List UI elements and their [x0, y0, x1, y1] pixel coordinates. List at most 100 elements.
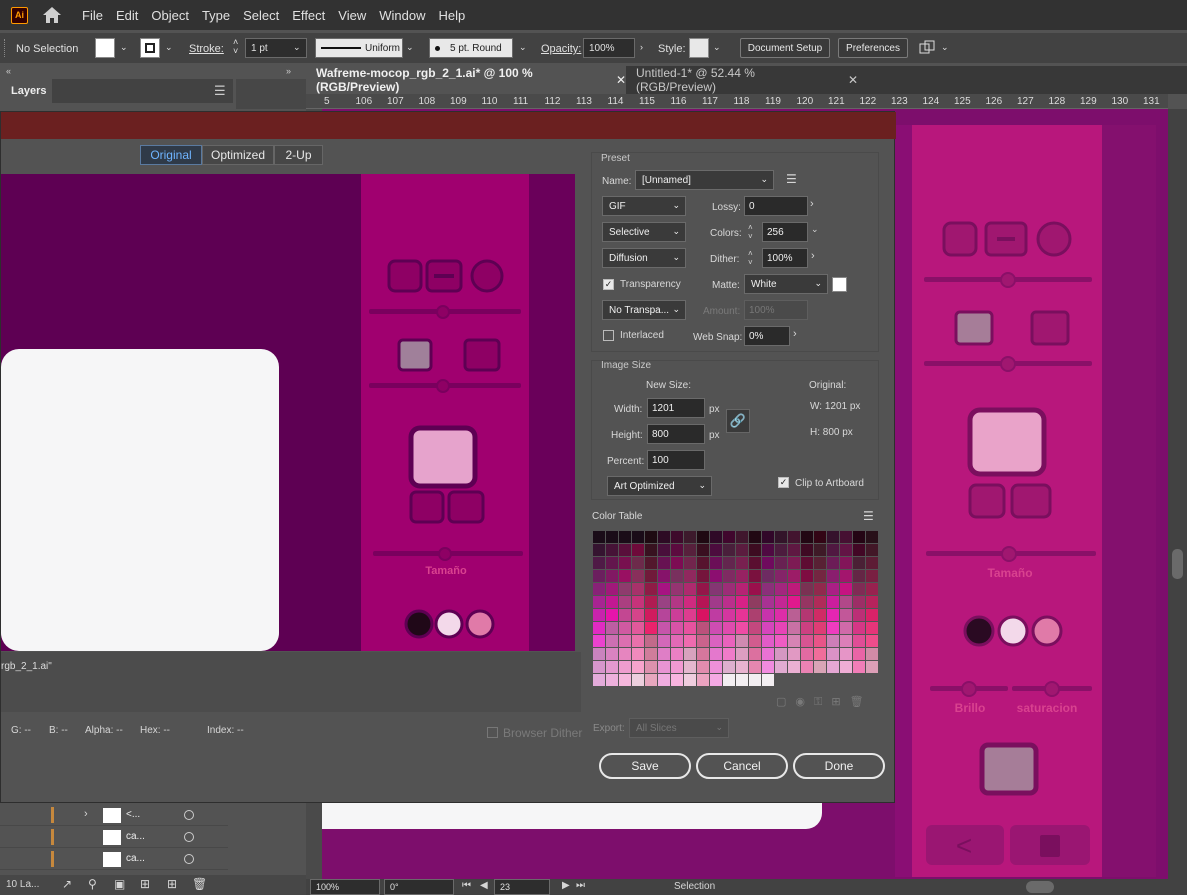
color-swatch[interactable] — [853, 635, 865, 647]
color-swatch[interactable] — [658, 557, 670, 569]
color-swatch[interactable] — [684, 570, 696, 582]
color-swatch[interactable] — [593, 674, 605, 686]
color-swatch[interactable] — [788, 635, 800, 647]
color-swatch[interactable] — [827, 596, 839, 608]
color-swatch[interactable] — [723, 661, 735, 673]
color-swatch[interactable] — [619, 609, 631, 621]
color-swatch[interactable] — [723, 570, 735, 582]
color-swatch[interactable] — [762, 557, 774, 569]
color-swatch[interactable] — [632, 596, 644, 608]
zoom-select[interactable]: 100% — [310, 879, 380, 895]
height-input[interactable]: 800 — [647, 424, 705, 444]
color-swatch[interactable] — [775, 609, 787, 621]
color-swatch[interactable] — [606, 609, 618, 621]
color-swatch[interactable] — [723, 583, 735, 595]
color-swatch[interactable] — [814, 583, 826, 595]
color-swatch[interactable] — [606, 635, 618, 647]
color-swatch[interactable] — [684, 596, 696, 608]
chevron-down-icon[interactable]: ⌄ — [165, 42, 173, 53]
color-swatch[interactable] — [723, 648, 735, 660]
color-swatch[interactable] — [736, 531, 748, 543]
color-swatch[interactable] — [801, 635, 813, 647]
panel-menu-icon[interactable]: ☰ — [214, 83, 226, 99]
menu-object[interactable]: Object — [151, 8, 189, 23]
menu-file[interactable]: File — [82, 8, 103, 23]
color-swatch[interactable] — [723, 635, 735, 647]
vertical-scrollbar[interactable] — [1168, 109, 1187, 879]
color-swatch[interactable] — [684, 583, 696, 595]
color-swatch[interactable] — [814, 635, 826, 647]
color-swatch[interactable] — [593, 596, 605, 608]
target-icon[interactable] — [184, 854, 194, 864]
color-swatch[interactable] — [853, 648, 865, 660]
chevron-down-icon[interactable]: ⌄ — [406, 42, 414, 53]
color-swatch[interactable] — [723, 557, 735, 569]
color-swatch[interactable] — [593, 622, 605, 634]
color-swatch[interactable] — [671, 583, 683, 595]
color-swatch[interactable] — [632, 661, 644, 673]
color-swatch[interactable] — [710, 635, 722, 647]
color-swatch[interactable] — [593, 661, 605, 673]
color-swatch[interactable] — [736, 635, 748, 647]
color-swatch[interactable] — [723, 544, 735, 556]
color-swatch[interactable] — [827, 570, 839, 582]
color-swatch[interactable] — [606, 570, 618, 582]
color-swatch[interactable] — [775, 661, 787, 673]
menu-edit[interactable]: Edit — [116, 8, 138, 23]
target-icon[interactable] — [184, 832, 194, 842]
chevron-right-icon[interactable]: › — [811, 250, 815, 262]
color-swatch[interactable] — [684, 661, 696, 673]
color-swatch[interactable] — [749, 583, 761, 595]
color-swatch[interactable] — [749, 544, 761, 556]
color-swatch[interactable] — [671, 557, 683, 569]
color-swatch[interactable] — [853, 544, 865, 556]
color-swatch[interactable] — [827, 583, 839, 595]
color-swatch[interactable] — [814, 661, 826, 673]
color-swatch[interactable] — [593, 531, 605, 543]
color-swatch[interactable] — [606, 661, 618, 673]
color-swatch[interactable] — [593, 583, 605, 595]
color-swatch[interactable] — [710, 583, 722, 595]
link-icon[interactable]: 🔗 — [726, 409, 750, 433]
color-swatch[interactable] — [736, 661, 748, 673]
color-swatch[interactable] — [827, 661, 839, 673]
dither-input[interactable]: 100% — [762, 248, 808, 268]
color-swatch[interactable] — [775, 635, 787, 647]
color-swatch[interactable] — [840, 544, 852, 556]
color-swatch[interactable] — [697, 557, 709, 569]
color-swatch[interactable] — [801, 596, 813, 608]
color-swatch[interactable] — [801, 648, 813, 660]
color-swatch[interactable] — [619, 674, 631, 686]
color-swatch[interactable] — [775, 570, 787, 582]
colors-input[interactable]: 256 — [762, 222, 808, 242]
color-swatch[interactable] — [788, 648, 800, 660]
color-swatch[interactable] — [840, 635, 852, 647]
color-swatch[interactable] — [749, 622, 761, 634]
color-swatch[interactable] — [801, 557, 813, 569]
color-swatch[interactable] — [671, 609, 683, 621]
color-swatch[interactable] — [632, 635, 644, 647]
color-swatch[interactable] — [606, 583, 618, 595]
color-swatch[interactable] — [645, 622, 657, 634]
clip-mask-icon[interactable]: ▣ — [114, 877, 125, 891]
export-icon[interactable]: ↗ — [62, 877, 72, 891]
color-swatch[interactable] — [658, 661, 670, 673]
chevron-right-icon[interactable]: › — [640, 42, 643, 52]
color-swatch[interactable] — [801, 544, 813, 556]
rotate-select[interactable]: 0° — [384, 879, 454, 895]
collapse-icon[interactable]: « — [6, 66, 11, 76]
chevron-down-icon[interactable]: ⌄ — [120, 42, 128, 53]
color-swatch[interactable] — [827, 531, 839, 543]
color-swatch[interactable] — [658, 531, 670, 543]
color-swatch[interactable] — [736, 674, 748, 686]
color-swatch[interactable] — [853, 596, 865, 608]
color-swatch[interactable] — [788, 609, 800, 621]
color-swatch[interactable] — [645, 557, 657, 569]
color-swatch[interactable] — [593, 570, 605, 582]
expand-icon[interactable]: › — [84, 808, 88, 820]
color-swatch[interactable] — [840, 648, 852, 660]
color-swatch[interactable] — [658, 596, 670, 608]
color-swatch[interactable] — [645, 648, 657, 660]
dialog-title-bar[interactable] — [1, 112, 896, 139]
color-swatch[interactable] — [814, 609, 826, 621]
